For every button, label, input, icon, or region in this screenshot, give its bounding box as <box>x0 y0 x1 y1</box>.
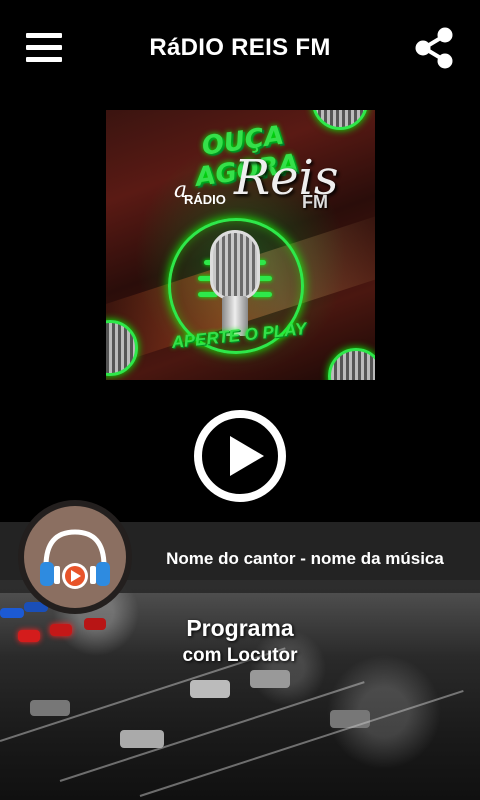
hamburger-menu-icon <box>26 33 62 38</box>
play-button[interactable] <box>194 410 286 502</box>
avatar <box>18 500 132 614</box>
share-icon <box>415 27 453 69</box>
microphone-icon <box>210 230 260 300</box>
mixer-fader-knob <box>30 700 70 716</box>
mixer-fader-knob <box>330 710 370 728</box>
mixer-fader-knob <box>250 670 290 688</box>
radio-app: RáDIO REIS FM OUÇA AGORA a RÁDIO Reis FM… <box>0 0 480 800</box>
mixer-red-button <box>50 624 72 636</box>
avatar-background <box>24 506 126 608</box>
app-header: RáDIO REIS FM <box>0 0 480 100</box>
hamburger-menu-icon <box>26 57 62 62</box>
page-title: RáDIO REIS FM <box>149 34 331 61</box>
program-title: Programa <box>186 615 294 641</box>
station-cover-art: OUÇA AGORA a RÁDIO Reis FM APERTE O PLAY <box>106 110 375 380</box>
cover-brand-fm: FM <box>302 192 328 212</box>
mixer-red-button <box>18 630 40 642</box>
play-icon <box>230 436 264 476</box>
headphones-icon <box>40 529 110 589</box>
microphone-icon <box>328 348 375 380</box>
hamburger-menu-icon <box>26 45 62 50</box>
menu-button[interactable] <box>22 30 66 66</box>
mixer-red-button <box>84 618 106 630</box>
share-button[interactable] <box>414 27 456 69</box>
mixer-fader-track <box>139 689 464 797</box>
program-host: com Locutor <box>182 645 298 666</box>
mixer-blue-button <box>0 608 24 618</box>
mixer-fader-knob <box>120 730 164 748</box>
now-playing-track: Nome do cantor - nome da música <box>166 549 444 568</box>
mixer-fader-knob <box>190 680 230 698</box>
cover-radio-label: RÁDIO <box>184 192 226 207</box>
